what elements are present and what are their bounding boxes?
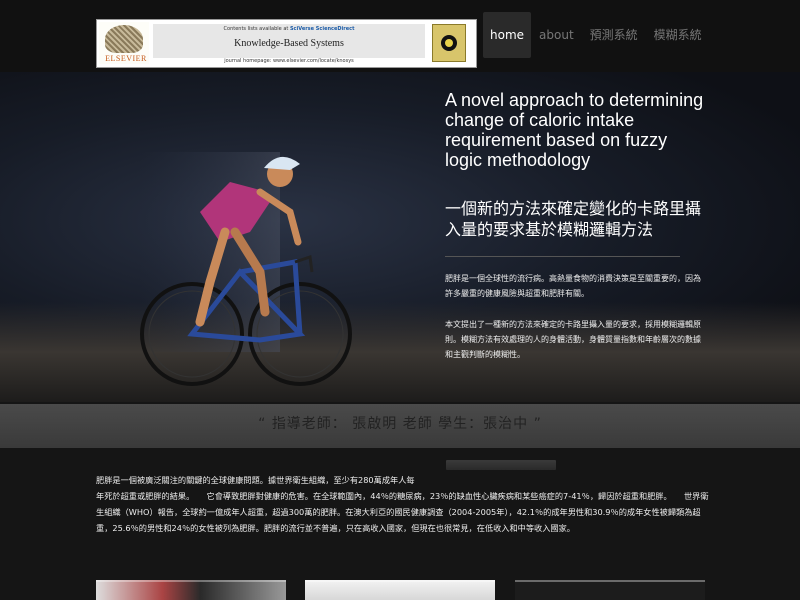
hero-divider bbox=[445, 256, 680, 257]
nav-item-fuzzy-system[interactable]: 模糊系統 bbox=[646, 12, 710, 58]
thumbnail-3[interactable] bbox=[515, 580, 705, 600]
publisher-name: ELSEVIER bbox=[105, 54, 147, 63]
intro-line-1: 肥胖是一個被廣泛關注的關鍵的全球健康問題。據世界衛生組織，至少有280萬成年人每 bbox=[96, 475, 415, 485]
hero-title-zh: 一個新的方法來確定變化的卡路里攝入量的要求基於模糊邏輯方法 bbox=[445, 199, 702, 239]
nav-item-about[interactable]: about bbox=[531, 12, 582, 58]
hero-title-en: A novel approach to determining change o… bbox=[445, 90, 704, 170]
contents-line: Contents lists available at SciVerse Sci… bbox=[153, 26, 425, 32]
thumbnail-1[interactable] bbox=[96, 580, 286, 600]
thumbnail-highlight bbox=[305, 580, 495, 582]
intro-rest: 年死於超重或肥胖的結果。 它會導致肥胖對健康的危害。在全球範圍內，44％的糖尿病… bbox=[96, 491, 709, 533]
cyclist-image bbox=[140, 152, 352, 386]
nav-item-prediction-system[interactable]: 預測系統 bbox=[582, 12, 646, 58]
hero-text: A novel approach to determining change o… bbox=[445, 90, 707, 362]
thumbnail-2[interactable] bbox=[305, 580, 495, 600]
journal-homepage: journal homepage: www.elsevier.com/locat… bbox=[224, 58, 354, 64]
contents-prefix: Contents lists available at bbox=[223, 26, 289, 32]
journal-cover-image bbox=[432, 24, 466, 62]
elsevier-logo: ELSEVIER bbox=[99, 22, 149, 64]
cover-emblem-icon bbox=[441, 35, 457, 51]
journal-banner[interactable]: ELSEVIER Contents lists available at Sci… bbox=[96, 19, 477, 68]
hero-paragraph-1: 肥胖是一個全球性的流行病。高熱量食物的消費決策是至關重要的，因為許多嚴重的健康風… bbox=[445, 274, 701, 298]
elsevier-tree-icon bbox=[105, 25, 143, 53]
hero-slide: A novel approach to determining change o… bbox=[0, 72, 800, 402]
nav-item-home[interactable]: home bbox=[483, 12, 532, 58]
slider-handle[interactable] bbox=[446, 460, 556, 470]
journal-title: Knowledge-Based Systems bbox=[234, 38, 344, 49]
thumbnail-highlight bbox=[515, 580, 705, 582]
thumbnail-highlight bbox=[96, 580, 286, 582]
hero-paragraph-2: 本文提出了一種新的方法來確定的卡路里攝入量的要求，採用模糊邏輯原則。模糊方法有效… bbox=[445, 320, 701, 359]
intro-text: 肥胖是一個被廣泛關注的關鍵的全球健康問題。據世界衛生組織，至少有280萬成年人每… bbox=[96, 472, 712, 536]
advisor-quote: “ 指導老師： 張啟明 老師 學生：張治中 ” bbox=[258, 416, 542, 432]
main-nav: home about 預測系統 模糊系統 bbox=[483, 12, 710, 58]
sciencedirect-link[interactable]: SciVerse ScienceDirect bbox=[290, 26, 355, 32]
